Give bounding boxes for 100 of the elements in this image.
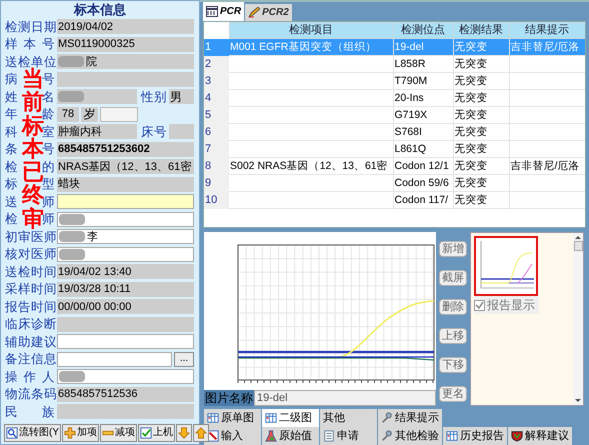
text-field[interactable]: 6854857512536 [57,386,194,402]
text-field[interactable]: 蜡块 [57,176,194,192]
text-field[interactable]: 00/00/00 00:00 [57,299,194,314]
text-field[interactable]: NRAS基因（12、13、61密 [57,159,194,174]
column-header[interactable]: 检测位点 [393,22,453,38]
tab[interactable]: 结果提示 [378,409,442,427]
field-label: 病 [5,73,18,86]
action-button[interactable]: 新增 [439,241,467,257]
table-row[interactable]: 2 L858R 无突变 [204,56,585,72]
text-field[interactable] [57,246,194,262]
tab[interactable]: 原始值 [262,427,319,445]
action-button[interactable]: 下移 [439,357,467,373]
column-header[interactable]: 检测结果 [453,22,509,38]
field-label: 样 本 号 [5,38,55,50]
text-field[interactable] [169,124,194,140]
column-header[interactable]: 检测项目 [229,22,393,38]
add-item-button[interactable]: 加项 [62,424,99,442]
field-label: 采样时间 [5,283,55,296]
flow-chart-button[interactable]: 流转图(Y [4,424,61,442]
text-field[interactable] [57,89,137,104]
text-field[interactable] [57,194,194,210]
field-label: 物流条码 [5,388,55,400]
tab[interactable]: 二级图 [262,409,319,427]
row-number: 10 [204,192,229,208]
scroll-up-icon [574,233,582,241]
field-label: 送 [5,196,18,208]
scrollbar-thumb[interactable] [574,241,582,251]
row-number: 7 [204,140,229,158]
table-cell: 无突变 [454,160,488,172]
table-cell: 无突变 [454,142,488,155]
action-button[interactable]: 上移 [439,328,467,344]
tab[interactable]: 其他 [320,409,377,427]
more-button[interactable]: ... [174,352,194,367]
text-field[interactable]: 685485751253602 [57,142,194,157]
unit-field[interactable]: 岁 [81,106,98,122]
tab[interactable]: 申请 [320,427,377,445]
grid-icon [265,412,277,424]
tab[interactable]: 解释建议 [508,427,572,445]
text-field[interactable] [57,72,194,87]
text-field[interactable]: 19/04/02 13:40 [57,264,194,280]
table-cell: Codon 117/ [394,194,448,206]
text-field[interactable] [57,404,194,420]
text-field[interactable]: 19-del [254,390,436,406]
tab[interactable]: 原单图 [204,409,261,427]
remove-item-button[interactable]: 减项 [100,424,137,442]
field-label: 师 [42,213,55,226]
action-button[interactable]: 截屏 [439,270,467,286]
text-field[interactable] [100,106,138,122]
tab[interactable]: PCR [203,2,244,21]
tab[interactable]: 历史报告 [443,427,507,445]
tab[interactable]: PCR2 [245,4,292,21]
text-field[interactable] [57,352,172,367]
table-row[interactable]: 5 G719X 无突变 [204,106,585,124]
table-icon [206,6,218,17]
field-label: 图片名称 [204,390,254,406]
text-field[interactable] [57,212,194,227]
field-label: 名 [42,90,55,103]
table-row[interactable]: 10 Codon 117/ 无突变 [204,192,585,208]
table-row[interactable]: 7 L861Q 无突变 [204,140,585,158]
text-field[interactable]: 2019/04/02 [57,19,194,34]
text-field[interactable]: 男 [169,89,194,104]
text-field[interactable] [57,369,194,384]
row-number: 2 [204,56,229,72]
load-button[interactable]: 上机 [138,424,175,442]
scrollbar[interactable] [573,233,583,405]
text-field[interactable]: MS0119000325 [57,36,194,52]
table-cell: S768I [394,126,422,138]
grid-icon [446,430,458,442]
field-label: 报告时间 [5,300,55,313]
row-number: 1 [204,38,229,56]
move-down-button[interactable] [176,424,192,442]
field-label: 检测日期 [5,20,55,33]
text-field[interactable] [57,334,194,350]
row-number: 3 [204,72,229,90]
move-up-button[interactable] [193,424,209,442]
column-header[interactable]: 结果提示 [509,22,585,38]
checkmark-icon [140,426,152,438]
chart-thumbnail-drawing [474,236,538,296]
table-row[interactable]: 6 S768I 无突变 [204,124,585,140]
tab[interactable]: 其他检验 [378,427,442,445]
row-number: 8 [204,158,229,174]
table-row[interactable]: 4 20-Ins 无突变 [204,90,585,106]
table-cell: 无突变 [454,40,488,53]
field-label: 核对医师 [5,248,55,260]
table-row[interactable]: 9 Codon 59/6 无突变 [204,174,585,192]
action-button[interactable]: 删除 [439,299,467,315]
field-label: 科 [5,126,18,138]
text-field[interactable]: 李 [57,229,194,244]
field-label: 送检单位 [5,56,55,68]
field-label: 年 [5,108,18,120]
table-row[interactable]: 3 T790M 无突变 [204,72,585,90]
text-field[interactable] [57,316,194,332]
tab[interactable]: 输入 [204,427,261,445]
table-row[interactable]: 8 S002 NRAS基因（12、13、61密 Codon 12/1 无突变 吉非替尼/厄洛 [204,158,585,174]
text-field[interactable]: 院 [57,54,194,70]
field-label: 检 [5,213,18,226]
text-field[interactable]: 19/03/28 10:11 [57,282,194,297]
text-field[interactable]: 肿瘤内科 [57,124,137,140]
action-button[interactable]: 更名 [439,386,467,402]
text-field[interactable]: 78 [57,106,79,122]
